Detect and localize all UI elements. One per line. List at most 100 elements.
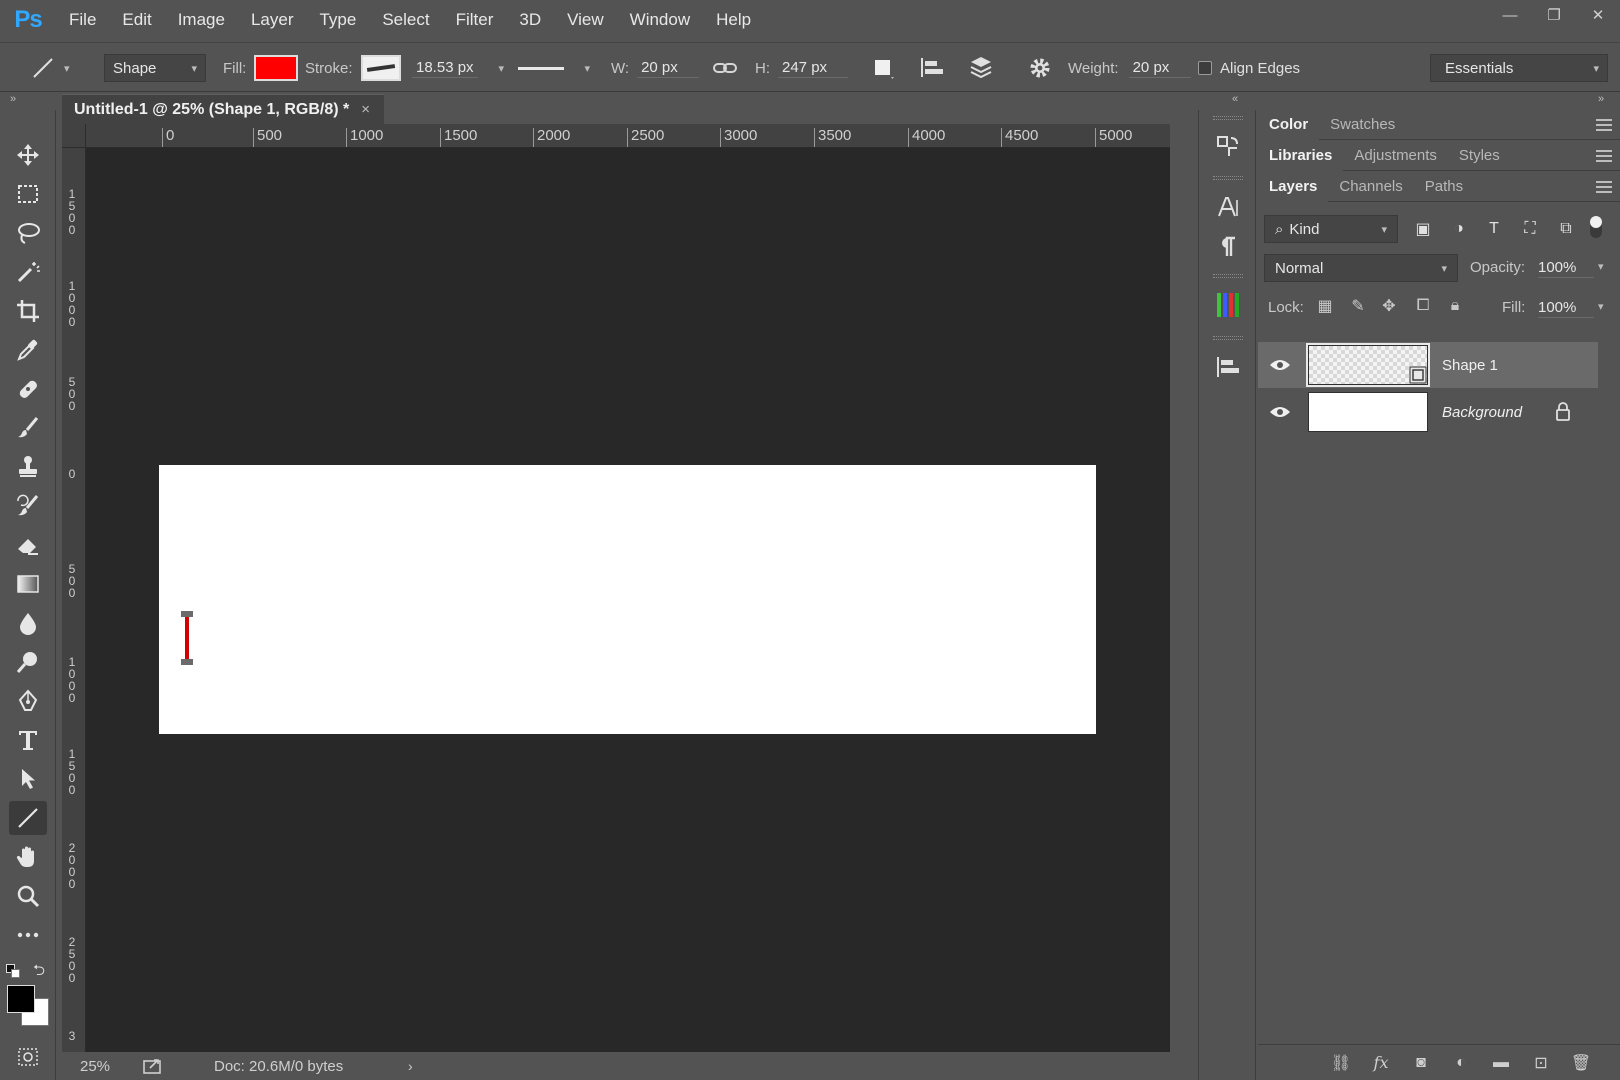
history-brush-tool[interactable] xyxy=(9,489,47,523)
dodge-tool[interactable] xyxy=(9,645,47,679)
lock-artboard-icon[interactable]: ⧠ xyxy=(1412,295,1434,317)
tab-paths[interactable]: Paths xyxy=(1414,172,1474,202)
panel-menu-icon[interactable] xyxy=(1596,119,1612,131)
horizontal-ruler[interactable]: 0 500 1000 1500 2000 2500 3000 3500 4000… xyxy=(86,124,1170,148)
tab-libraries[interactable]: Libraries xyxy=(1258,140,1344,171)
menu-select[interactable]: Select xyxy=(369,0,442,40)
menu-filter[interactable]: Filter xyxy=(443,0,507,40)
chevron-down-icon[interactable]: ▾ xyxy=(1598,260,1604,273)
lasso-tool[interactable] xyxy=(9,216,47,250)
panel-grip[interactable] xyxy=(1213,336,1243,340)
opacity-input[interactable]: 100% xyxy=(1538,259,1594,278)
link-layers-icon[interactable]: ⛓ xyxy=(1330,1052,1352,1074)
quick-mask-button[interactable] xyxy=(9,1040,47,1074)
adjustment-layer-filter-icon[interactable]: ◑ xyxy=(1448,218,1470,240)
add-mask-icon[interactable]: ◙ xyxy=(1410,1052,1432,1074)
menu-file[interactable]: File xyxy=(56,0,109,40)
gear-icon[interactable] xyxy=(1027,55,1053,81)
zoom-tool[interactable] xyxy=(9,879,47,913)
stroke-width-field[interactable]: 18.53 px ▾ xyxy=(412,59,504,78)
canvas-area[interactable] xyxy=(86,148,1170,1052)
width-input[interactable]: 20 px xyxy=(637,59,700,78)
vertical-ruler[interactable]: 1500 1000 500 0 500 1000 1500 2000 2500 … xyxy=(62,148,86,1052)
layer-filter-kind-select[interactable]: ⌕ Kind ▾ xyxy=(1264,215,1398,243)
layer-row-shape-1[interactable]: Shape 1 xyxy=(1258,342,1598,388)
menu-3d[interactable]: 3D xyxy=(506,0,554,40)
close-tab-icon[interactable]: × xyxy=(361,101,370,118)
hand-tool[interactable] xyxy=(9,840,47,874)
panel-menu-icon[interactable] xyxy=(1596,150,1612,162)
pixel-layer-filter-icon[interactable]: ▣ xyxy=(1412,218,1434,240)
menu-type[interactable]: Type xyxy=(306,0,369,40)
type-layer-filter-icon[interactable]: T xyxy=(1483,218,1505,240)
ruler-origin[interactable] xyxy=(62,124,86,148)
shape-anchor-bottom[interactable] xyxy=(181,659,193,665)
new-adjustment-layer-icon[interactable]: ◐ xyxy=(1450,1052,1472,1074)
smart-object-filter-icon[interactable]: ⧉ xyxy=(1555,218,1577,240)
tab-color[interactable]: Color xyxy=(1258,109,1320,140)
shape-layer-filter-icon[interactable]: ⛶ xyxy=(1519,218,1541,240)
foreground-color-swatch[interactable] xyxy=(7,985,35,1013)
type-tool[interactable] xyxy=(9,723,47,757)
path-selection-tool[interactable] xyxy=(9,762,47,796)
tab-adjustments[interactable]: Adjustments xyxy=(1343,141,1448,171)
visibility-eye-icon[interactable] xyxy=(1258,358,1302,372)
menu-image[interactable]: Image xyxy=(165,0,238,40)
path-operations-icon[interactable] xyxy=(870,55,896,81)
blur-tool[interactable] xyxy=(9,606,47,640)
tab-swatches[interactable]: Swatches xyxy=(1319,110,1406,140)
layer-thumbnail[interactable] xyxy=(1306,343,1430,387)
magic-wand-tool[interactable] xyxy=(9,255,47,289)
chevron-down-icon[interactable]: ▾ xyxy=(1598,300,1604,313)
tool-preset-picker[interactable]: ▾ xyxy=(28,43,70,93)
new-group-folder-icon[interactable]: ▬ xyxy=(1490,1052,1512,1074)
marquee-tool[interactable] xyxy=(9,177,47,211)
document-tab[interactable]: Untitled-1 @ 25% (Shape 1, RGB/8) * × xyxy=(62,94,384,124)
stroke-type-select[interactable]: ▾ xyxy=(518,62,590,75)
move-tool[interactable] xyxy=(9,138,47,172)
gradient-tool[interactable] xyxy=(9,567,47,601)
line-tool[interactable] xyxy=(9,801,47,835)
menu-help[interactable]: Help xyxy=(703,0,764,40)
link-icon[interactable] xyxy=(712,57,738,79)
trash-icon[interactable]: 🗑︎ xyxy=(1570,1052,1592,1074)
pen-tool[interactable] xyxy=(9,684,47,718)
layer-thumbnail[interactable] xyxy=(1308,392,1428,432)
toolbar-collapse-icon[interactable]: » xyxy=(0,93,56,109)
collapse-panels-icon[interactable]: « xyxy=(1232,93,1238,105)
zoom-level[interactable]: 25% xyxy=(80,1058,134,1075)
blend-mode-select[interactable]: Normal ▾ xyxy=(1264,254,1458,282)
default-colors-icon[interactable] xyxy=(6,964,20,978)
edit-toolbar-button[interactable] xyxy=(9,918,47,952)
lock-position-icon[interactable]: ✥ xyxy=(1378,295,1400,317)
clone-stamp-tool[interactable] xyxy=(9,450,47,484)
layer-name[interactable]: Shape 1 xyxy=(1442,357,1498,374)
lock-image-pixels-icon[interactable]: ✎ xyxy=(1347,295,1369,317)
character-panel-button[interactable] xyxy=(1211,190,1245,224)
path-arrangement-icon[interactable] xyxy=(966,54,996,82)
panel-grip[interactable] xyxy=(1213,274,1243,278)
workspace-select[interactable]: Essentials ▾ xyxy=(1430,54,1608,82)
menu-layer[interactable]: Layer xyxy=(238,0,307,40)
brush-tool[interactable] xyxy=(9,411,47,445)
paragraph-panel-button[interactable] xyxy=(1211,230,1245,264)
close-window-button[interactable]: ✕ xyxy=(1576,0,1620,30)
new-layer-icon[interactable]: ⊡ xyxy=(1530,1052,1552,1074)
menu-view[interactable]: View xyxy=(554,0,617,40)
healing-brush-tool[interactable] xyxy=(9,372,47,406)
layer-row-background[interactable]: Background xyxy=(1258,389,1598,435)
align-edges-checkbox[interactable] xyxy=(1198,61,1212,75)
status-menu-arrow-icon[interactable]: › xyxy=(408,1058,413,1074)
tab-channels[interactable]: Channels xyxy=(1328,172,1413,202)
menu-window[interactable]: Window xyxy=(617,0,703,40)
path-alignment-icon[interactable] xyxy=(918,55,946,81)
swap-colors-icon[interactable]: ⮌ xyxy=(33,960,45,985)
lock-transparent-pixels-icon[interactable]: ▦ xyxy=(1314,295,1336,317)
fill-opacity-input[interactable]: 100% xyxy=(1538,299,1594,318)
layer-name[interactable]: Background xyxy=(1442,404,1552,421)
lock-icon[interactable] xyxy=(1554,402,1572,422)
panel-grip[interactable] xyxy=(1213,116,1243,120)
eraser-tool[interactable] xyxy=(9,528,47,562)
tab-layers[interactable]: Layers xyxy=(1258,171,1329,202)
visibility-eye-icon[interactable] xyxy=(1258,405,1302,419)
